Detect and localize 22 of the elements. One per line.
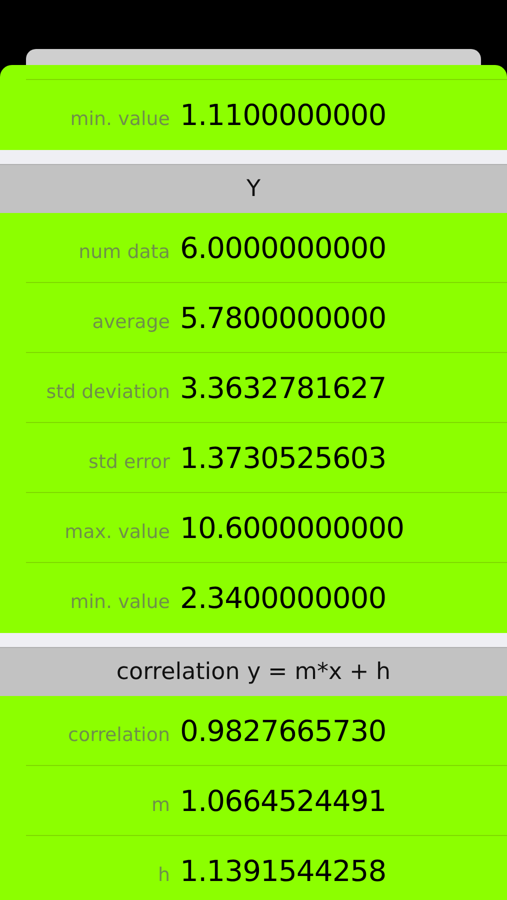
stat-label: m [150,793,170,816]
stat-value: 1.1391544258 [180,854,386,888]
stat-label: h [156,863,170,886]
stat-value: 10.6000000000 [180,511,404,545]
stat-value: 3.3632781627 [180,371,386,405]
stat-value: 0.9827665730 [180,714,386,748]
stat-value: 6.0000000000 [180,231,386,265]
stat-label: min. value [69,107,170,130]
section-header: Y [0,164,507,213]
section-header: correlation y = m*x + h [0,647,507,696]
stat-label: std error [88,450,170,473]
stat-label: min. value [69,590,170,613]
stat-value: 1.0664524491 [180,784,386,818]
stat-label: correlation [67,723,170,746]
stat-label: std deviation [45,380,170,403]
stat-value: 2.3400000000 [180,581,386,615]
stat-label: average [91,310,170,333]
stat-label: max. value [64,520,170,543]
stat-value: 1.3730525603 [180,441,386,475]
stat-value: 5.7800000000 [180,301,386,335]
stat-label: num data [78,240,170,263]
stat-value: 1.1100000000 [180,98,386,132]
